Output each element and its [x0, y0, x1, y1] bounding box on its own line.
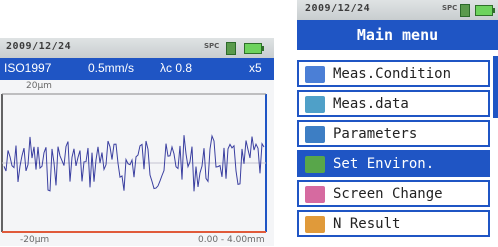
- magnification-label: x5: [249, 61, 262, 75]
- parameters-icon: [305, 126, 325, 143]
- sd-card-icon: [226, 42, 236, 55]
- menu-item-parameters[interactable]: Parameters: [297, 120, 490, 147]
- meas-condition-icon: [305, 66, 325, 83]
- battery-icon: [244, 43, 264, 54]
- menu-item-label: Meas.data: [333, 96, 409, 112]
- profile-chart: [1, 93, 267, 233]
- menu-item-label: Screen Change: [333, 186, 443, 202]
- menu-title: Main menu: [297, 20, 498, 50]
- measurement-params-bar: ISO1997 0.5mm/s λc 0.8 x5: [0, 58, 274, 80]
- menu-item-label: N Result: [333, 216, 401, 232]
- y-bottom-label: -20μm: [20, 235, 50, 245]
- sd-card-icon: [460, 4, 470, 17]
- menu-item-n-result[interactable]: N Result: [297, 210, 490, 237]
- date-display: 2009/12/24: [305, 3, 371, 14]
- profile-plot: 20μm -20μm 0.00 - 4.00mm: [0, 80, 274, 246]
- menu-item-label: Parameters: [333, 126, 418, 142]
- menu-item-set-environ[interactable]: Set Environ.: [297, 150, 490, 177]
- menu-item-label: Meas.Condition: [333, 66, 452, 82]
- spc-indicator: SPC: [442, 4, 458, 12]
- set-environ-icon: [305, 156, 325, 173]
- standard-label: ISO1997: [4, 61, 52, 75]
- status-bar: 2009/12/24 SPC: [0, 38, 274, 58]
- battery-icon: [475, 5, 495, 16]
- menu-item-label: Set Environ.: [333, 156, 435, 172]
- menu-item-meas-condition[interactable]: Meas.Condition: [297, 60, 490, 87]
- menu-item-meas-data[interactable]: Meas.data: [297, 90, 490, 117]
- speed-label: 0.5mm/s: [88, 61, 135, 75]
- spc-indicator: SPC: [204, 42, 220, 50]
- main-menu-screen: 2009/12/24 SPC Main menu Meas.Condition …: [297, 0, 498, 247]
- cutoff-label: λc 0.8: [160, 61, 193, 75]
- measurement-screen: 2009/12/24 SPC ISO1997 0.5mm/s λc 0.8 x5…: [0, 38, 274, 246]
- n-result-icon: [305, 216, 325, 233]
- menu-item-screen-change[interactable]: Screen Change: [297, 180, 490, 207]
- meas-data-icon: [305, 96, 325, 113]
- screen-change-icon: [305, 186, 325, 203]
- status-bar: 2009/12/24 SPC: [297, 0, 498, 20]
- y-top-label: 20μm: [26, 81, 52, 91]
- x-range-label: 0.00 - 4.00mm: [198, 235, 265, 245]
- date-display: 2009/12/24: [6, 41, 72, 52]
- menu-scrollbar[interactable]: [493, 56, 498, 118]
